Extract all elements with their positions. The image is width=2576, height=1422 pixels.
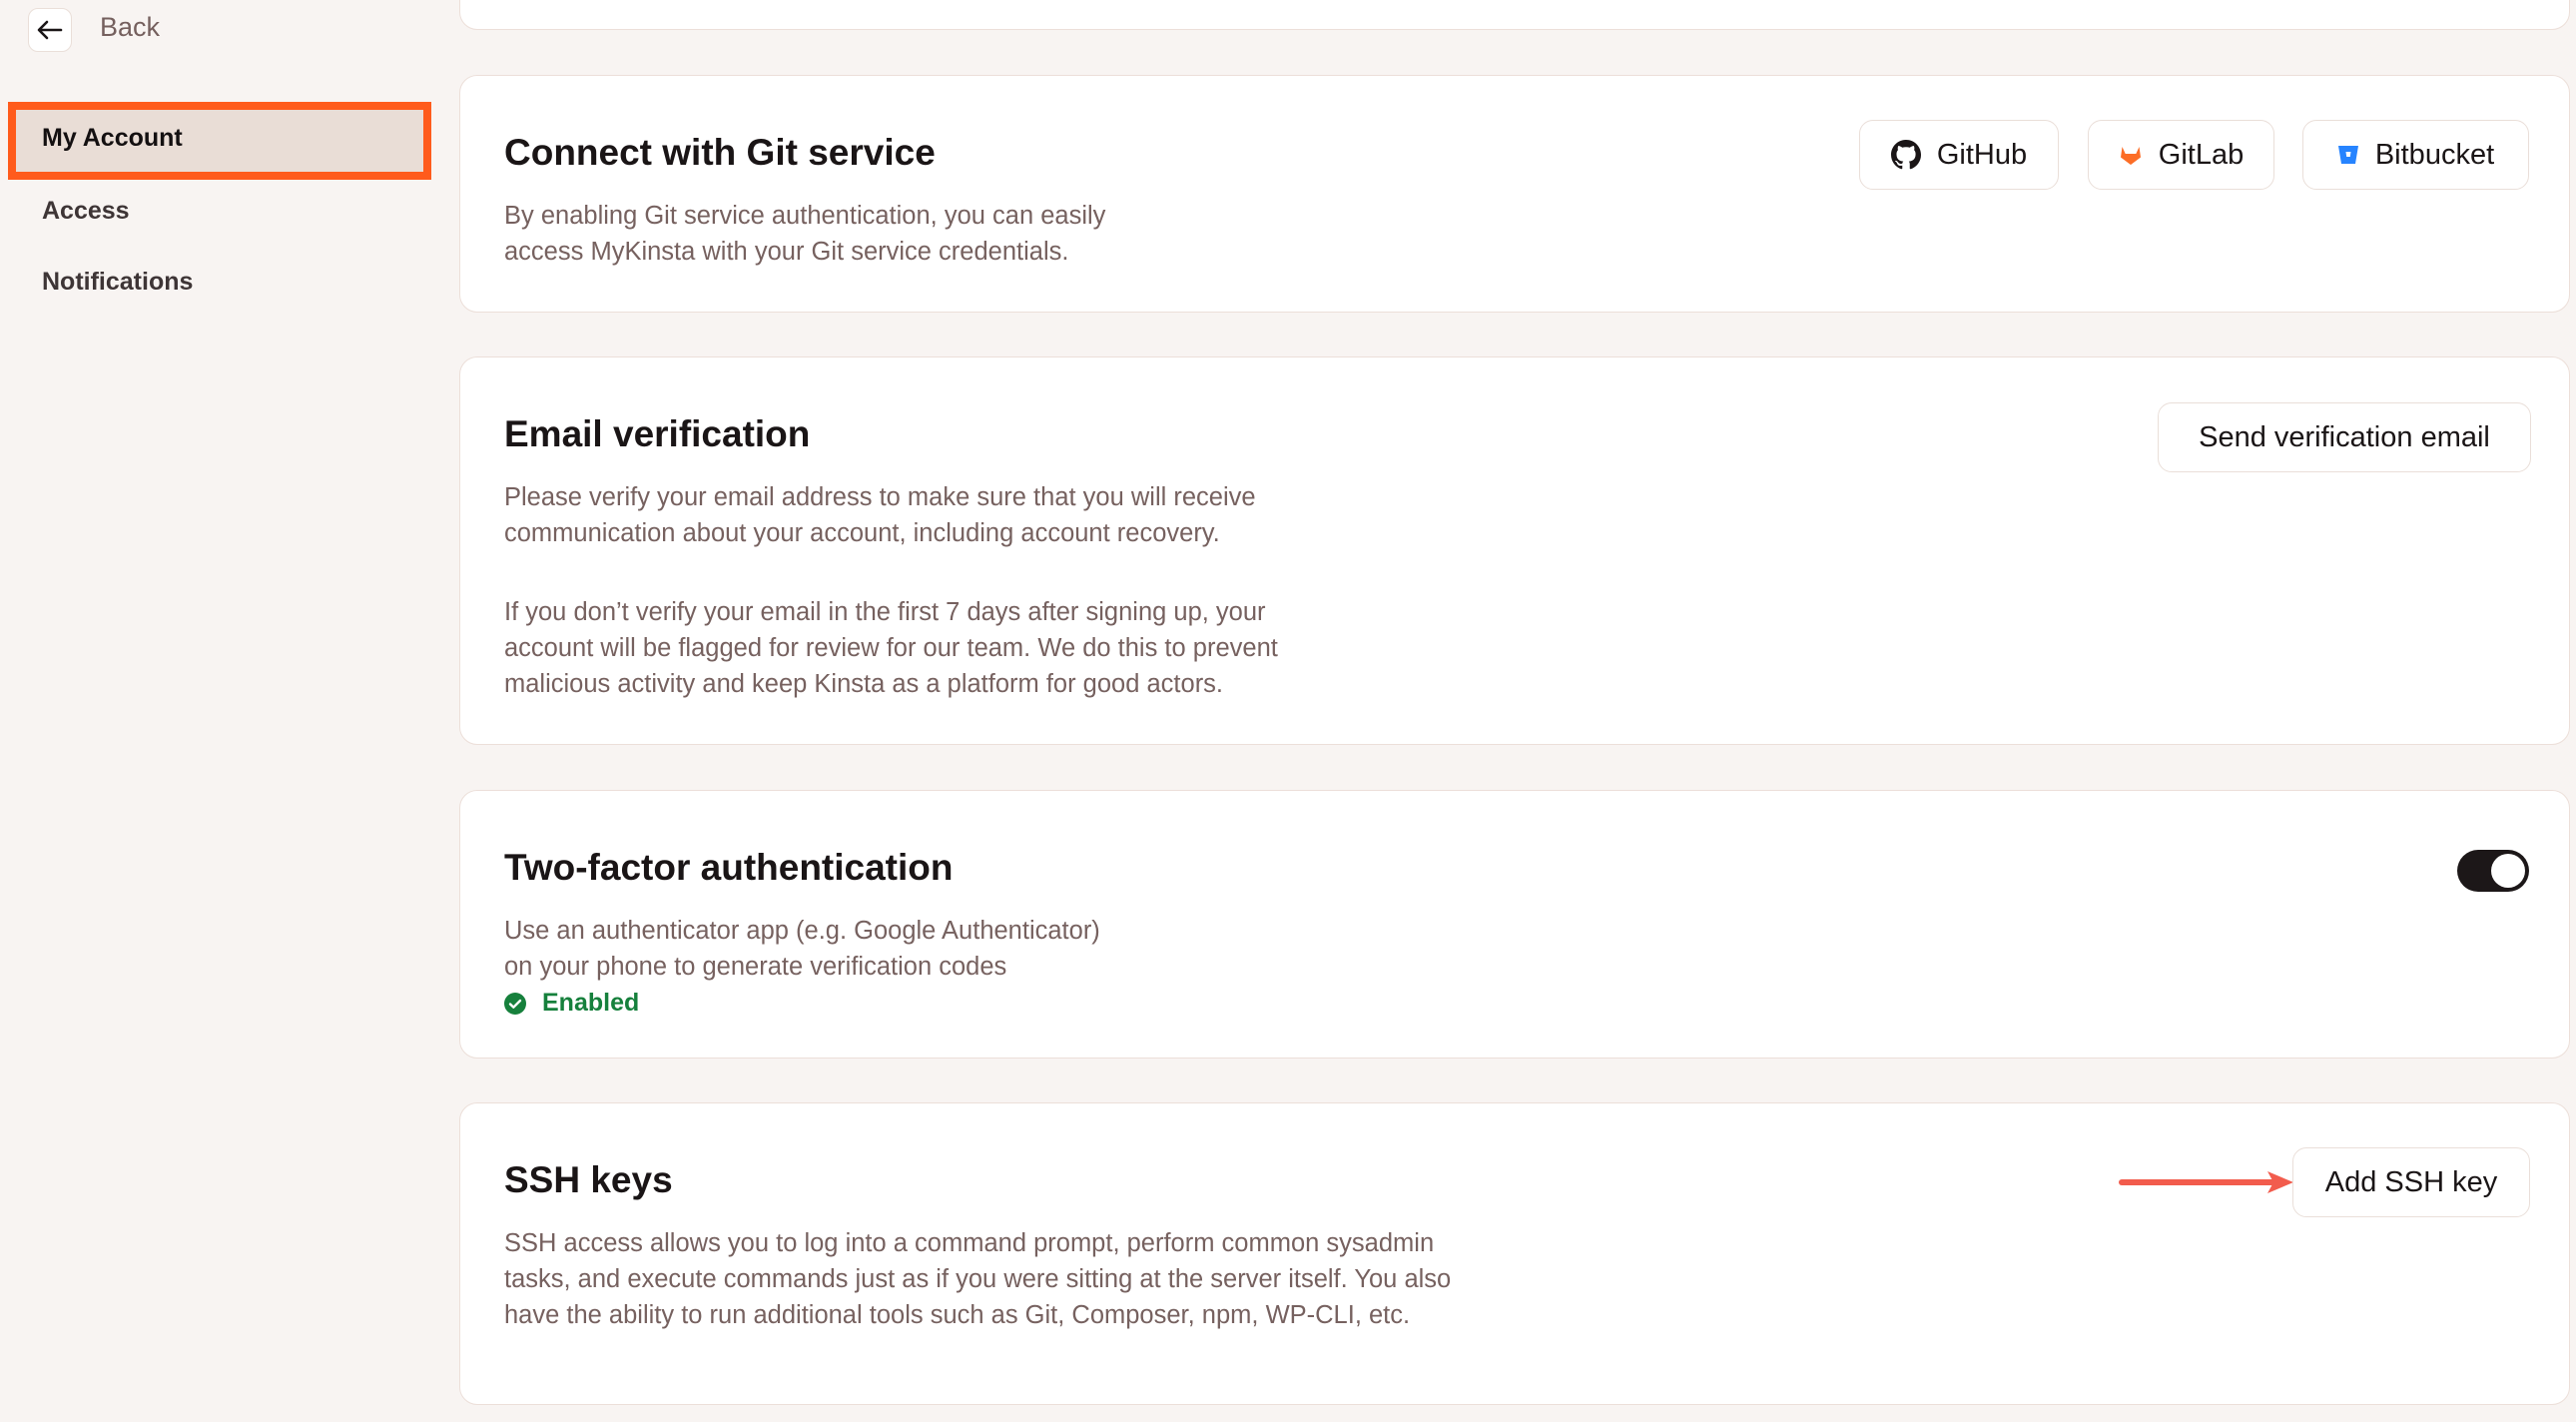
- two-factor-status-label: Enabled: [542, 989, 640, 1017]
- github-label: GitHub: [1936, 138, 2028, 171]
- arrow-left-icon: [37, 20, 63, 40]
- toggle-knob: [2491, 854, 2525, 888]
- two-factor-status: Enabled: [504, 989, 639, 1018]
- bitbucket-label: Bitbucket: [2374, 138, 2495, 171]
- two-factor-title: Two-factor authentication: [504, 847, 954, 888]
- two-factor-toggle[interactable]: [2457, 850, 2529, 892]
- email-verification-warning: If you don’t verify your email in the fi…: [504, 598, 1278, 698]
- two-factor-card: Two-factor authentication Use an authent…: [459, 790, 2570, 1059]
- annotation-arrow-icon: [2119, 1171, 2293, 1193]
- github-icon: [1890, 140, 1921, 170]
- gitlab-button[interactable]: GitLab: [2088, 120, 2274, 190]
- gitlab-icon: [2120, 147, 2141, 165]
- add-ssh-key-button[interactable]: Add SSH key: [2292, 1147, 2530, 1217]
- back-button[interactable]: [28, 8, 72, 52]
- bitbucket-icon: [2337, 146, 2358, 164]
- sidebar-item-notifications[interactable]: Notifications: [42, 268, 193, 297]
- previous-card: [459, 0, 2570, 30]
- email-verification-description: Please verify your email address to make…: [504, 483, 1256, 547]
- send-verification-email-button[interactable]: Send verification email: [2158, 402, 2531, 472]
- email-verification-title: Email verification: [504, 413, 811, 454]
- gitlab-label: GitLab: [2158, 138, 2245, 171]
- sidebar-item-my-account[interactable]: My Account: [42, 124, 183, 153]
- git-service-title: Connect with Git service: [504, 132, 936, 173]
- sidebar-item-access[interactable]: Access: [42, 197, 130, 226]
- email-verification-card: Email verification Please verify your em…: [459, 356, 2570, 745]
- ssh-keys-card: SSH keys SSH access allows you to log in…: [459, 1102, 2570, 1405]
- two-factor-description: Use an authenticator app (e.g. Google Au…: [504, 917, 1100, 981]
- git-service-card: Connect with Git service By enabling Git…: [459, 75, 2570, 313]
- check-circle-icon: [504, 992, 526, 1015]
- bitbucket-button[interactable]: Bitbucket: [2302, 120, 2529, 190]
- ssh-keys-title: SSH keys: [504, 1159, 673, 1200]
- back-link[interactable]: Back: [100, 12, 160, 43]
- github-button[interactable]: GitHub: [1859, 120, 2059, 190]
- git-service-description: By enabling Git service authentication, …: [504, 202, 1106, 266]
- ssh-keys-description: SSH access allows you to log into a comm…: [504, 1229, 1452, 1329]
